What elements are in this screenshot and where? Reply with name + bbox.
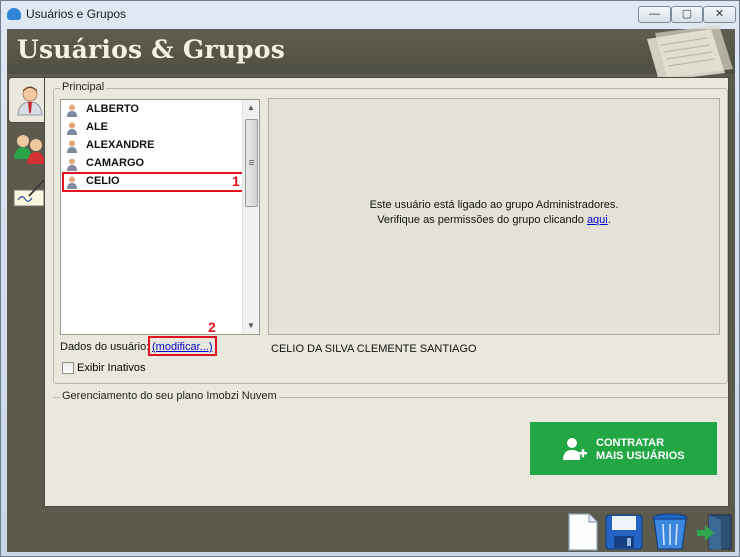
users-group-icon (14, 135, 45, 164)
grip-icon (249, 160, 254, 161)
paper-decoration-icon (647, 25, 733, 77)
contratar-label-2: MAIS USUÁRIOS (596, 450, 685, 462)
group-info-permissions: Verifique as permissões do grupo clicand… (269, 214, 719, 226)
scroll-up-arrow-icon[interactable]: ▲ (243, 100, 259, 116)
users-list[interactable]: ALBERTO ALE ALEXANDRE CAMARGO CELIO 1 ▲ … (60, 99, 260, 335)
highlight-box-2 (148, 336, 217, 356)
exibir-inativos-label[interactable]: Exibir Inativos (77, 362, 145, 374)
user-icon (67, 122, 77, 135)
user-icon (67, 104, 77, 117)
list-item[interactable]: ALE (61, 119, 244, 137)
window-title: Usuários e Grupos (26, 7, 127, 21)
user-full-name: CELIO DA SILVA CLEMENTE SANTIAGO (271, 343, 477, 355)
permissions-text: Verifique as permissões do grupo clicand… (377, 214, 587, 226)
contratar-button[interactable]: CONTRATAR MAIS USUÁRIOS (530, 422, 717, 475)
user-name: ALBERTO (86, 103, 139, 115)
marker-2: 2 (208, 319, 216, 335)
marker-1: 1 (232, 173, 240, 189)
group-info-box: Este usuário está ligado ao grupo Admini… (268, 98, 720, 335)
permissions-period: . (607, 214, 611, 226)
list-item[interactable]: ALBERTO (61, 101, 244, 119)
page-title: Usuários & Grupos (17, 35, 285, 64)
page-header: Usuários & Grupos (7, 25, 735, 77)
user-icon (67, 140, 77, 153)
user-icon (17, 86, 43, 116)
list-item[interactable]: CAMARGO (61, 155, 244, 173)
exibir-inativos-checkbox[interactable] (62, 362, 74, 374)
user-name: CAMARGO (86, 157, 145, 169)
close-button[interactable]: ✕ (703, 6, 736, 23)
new-document-icon[interactable] (563, 513, 601, 551)
client-area: Usuários & Grupos Principal ALBERTO ALE … (7, 25, 735, 552)
principal-legend: Principal (60, 81, 107, 93)
maximize-button[interactable]: ▢ (671, 6, 703, 23)
signature-icon (13, 179, 45, 207)
list-item[interactable]: ALEXANDRE (61, 137, 244, 155)
cloud-app-icon (7, 8, 21, 20)
add-user-icon (563, 438, 587, 460)
user-icon (67, 158, 77, 171)
highlight-box-1 (62, 172, 244, 192)
contratar-label-1: CONTRATAR (596, 437, 665, 449)
user-name: ALEXANDRE (86, 139, 155, 151)
exit-door-icon[interactable] (695, 513, 733, 551)
main-panel: Principal ALBERTO ALE ALEXANDRE CAMARGO … (44, 77, 729, 507)
trash-icon[interactable] (651, 513, 689, 551)
app-window: Usuários e Grupos — ▢ ✕ Usuários & Grupo… (0, 0, 740, 557)
dados-usuario-label: Dados do usuário: (60, 341, 150, 353)
scroll-thumb[interactable] (245, 119, 258, 207)
group-info-text: Este usuário está ligado ao grupo Admini… (369, 199, 619, 211)
tab-assinatura[interactable] (9, 172, 47, 214)
aqui-link[interactable]: aqui (587, 214, 608, 226)
tab-grupos[interactable] (9, 126, 47, 168)
title-bar[interactable]: Usuários e Grupos — ▢ ✕ (1, 1, 739, 27)
list-scrollbar[interactable]: ▲ ▼ (242, 100, 259, 334)
minimize-button[interactable]: — (638, 6, 671, 23)
save-icon[interactable] (605, 513, 643, 551)
plan-legend: Gerenciamento do seu plano Imobzi Nuvem (60, 390, 279, 402)
user-name: ALE (86, 121, 108, 133)
scroll-down-arrow-icon[interactable]: ▼ (243, 318, 259, 334)
